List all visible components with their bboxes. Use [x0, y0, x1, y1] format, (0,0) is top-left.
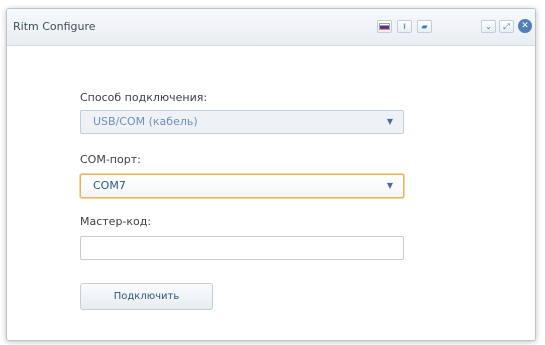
- close-icon: ✕: [521, 20, 529, 31]
- russia-flag-icon: [379, 23, 390, 30]
- chevron-down-icon: ⌄: [485, 21, 492, 31]
- open-folder-button[interactable]: ▰: [417, 20, 432, 33]
- window-titlebar[interactable]: Ritm Configure ⭱ ▰ ⌄ ⤢ ✕: [7, 9, 535, 46]
- minimize-button[interactable]: ⌄: [481, 20, 496, 33]
- upload-button[interactable]: ⭱: [397, 20, 412, 33]
- language-button[interactable]: [377, 20, 392, 33]
- connection-method-label: Способ подключения:: [80, 91, 208, 104]
- window-content: Способ подключения: USB/COM (кабель) ▼ C…: [7, 46, 535, 340]
- window-title: Ritm Configure: [13, 20, 96, 33]
- connection-method-select[interactable]: USB/COM (кабель) ▼: [80, 110, 404, 134]
- com-port-label: COM-порт:: [80, 153, 141, 166]
- ritm-configure-window: Ritm Configure ⭱ ▰ ⌄ ⤢ ✕ Способ подключе…: [6, 8, 536, 341]
- com-port-value: COM7: [93, 179, 126, 192]
- connect-button[interactable]: Подключить: [80, 283, 213, 310]
- maximize-button[interactable]: ⤢: [499, 20, 514, 33]
- upload-icon: ⭱: [403, 21, 406, 31]
- chevron-down-icon: ▼: [386, 117, 393, 126]
- close-button[interactable]: ✕: [518, 19, 532, 33]
- chevron-down-icon: ▼: [386, 181, 393, 190]
- master-code-input[interactable]: [80, 236, 404, 260]
- maximize-icon: ⤢: [503, 21, 510, 31]
- com-port-select[interactable]: COM7 ▼: [80, 174, 404, 198]
- connection-method-value: USB/COM (кабель): [93, 115, 198, 128]
- master-code-label: Мастер-код:: [80, 215, 152, 228]
- folder-icon: ▰: [421, 21, 428, 31]
